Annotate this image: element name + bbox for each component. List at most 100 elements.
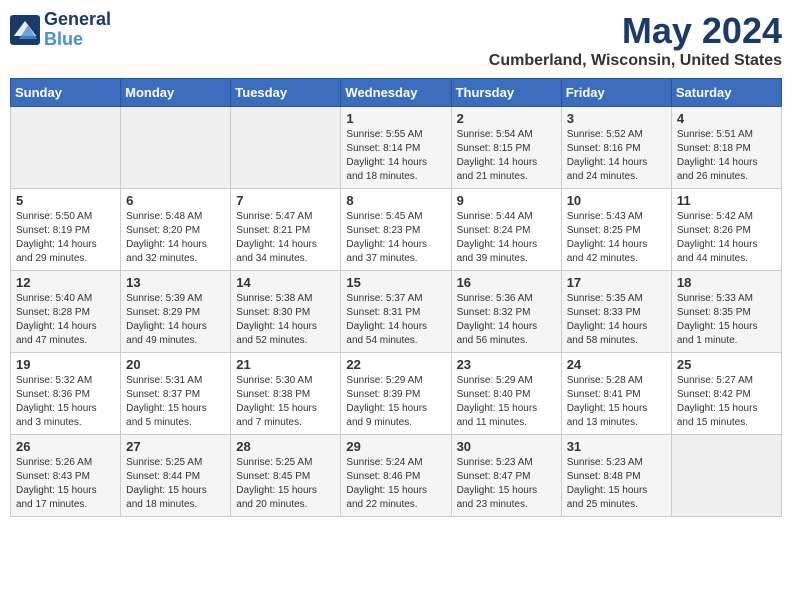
calendar-cell: 27 Sunrise: 5:25 AM Sunset: 8:44 PM Dayli… [121, 435, 231, 517]
day-number: 29 [346, 439, 445, 454]
day-number: 13 [126, 275, 225, 290]
day-info: Sunrise: 5:45 AM Sunset: 8:23 PM Dayligh… [346, 210, 445, 266]
calendar-cell: 3Sunrise: 5:52 AM Sunset: 8:16 PM Daylig… [561, 107, 671, 189]
day-info: Sunrise: 5:29 AM Sunset: 8:40 PM Dayligh… [457, 374, 556, 430]
day-info: Sunrise: 5:40 AM Sunset: 8:28 PM Dayligh… [16, 292, 115, 348]
calendar-cell: 30 Sunrise: 5:23 AM Sunset: 8:47 PM Dayli… [451, 435, 561, 517]
day-number: 23 [457, 357, 556, 372]
day-number: 2 [457, 111, 556, 126]
day-info: Sunrise: 5:27 AM Sunset: 8:42 PM Dayligh… [677, 374, 776, 430]
day-info: Sunrise: 5:48 AM Sunset: 8:20 PM Dayligh… [126, 210, 225, 266]
day-info: Sunrise: 5:42 AM Sunset: 8:26 PM Dayligh… [677, 210, 776, 266]
day-number: 12 [16, 275, 115, 290]
day-number: 24 [567, 357, 666, 372]
day-number: 22 [346, 357, 445, 372]
day-info: Sunrise: 5:36 AM Sunset: 8:32 PM Dayligh… [457, 292, 556, 348]
day-info: Sunrise: 5:37 AM Sunset: 8:31 PM Dayligh… [346, 292, 445, 348]
day-number: 1 [346, 111, 445, 126]
calendar-cell: 12 Sunrise: 5:40 AM Sunset: 8:28 PM Dayli… [11, 271, 121, 353]
logo-text: General Blue [44, 10, 111, 50]
calendar-cell: 20Sunrise: 5:31 AM Sunset: 8:37 PM Dayli… [121, 353, 231, 435]
page-header: General Blue May 2024 Cumberland, Wiscon… [10, 10, 782, 70]
day-number: 25 [677, 357, 776, 372]
day-info: Sunrise: 5:44 AM Sunset: 8:24 PM Dayligh… [457, 210, 556, 266]
calendar-cell: 10Sunrise: 5:43 AM Sunset: 8:25 PM Dayli… [561, 189, 671, 271]
day-number: 27 [126, 439, 225, 454]
day-info: Sunrise: 5:25 AM Sunset: 8:44 PM Dayligh… [126, 456, 225, 512]
day-number: 11 [677, 193, 776, 208]
weekday-header-tuesday: Tuesday [231, 79, 341, 107]
day-number: 30 [457, 439, 556, 454]
week-row-5: 26 Sunrise: 5:26 AM Sunset: 8:43 PM Dayli… [11, 435, 782, 517]
weekday-header-friday: Friday [561, 79, 671, 107]
weekday-header-wednesday: Wednesday [341, 79, 451, 107]
calendar-cell: 28 Sunrise: 5:25 AM Sunset: 8:45 PM Dayli… [231, 435, 341, 517]
title-block: May 2024 Cumberland, Wisconsin, United S… [489, 10, 782, 70]
day-number: 3 [567, 111, 666, 126]
day-info: Sunrise: 5:30 AM Sunset: 8:38 PM Dayligh… [236, 374, 335, 430]
day-number: 21 [236, 357, 335, 372]
day-info: Sunrise: 5:54 AM Sunset: 8:15 PM Dayligh… [457, 128, 556, 184]
week-row-1: 1Sunrise: 5:55 AM Sunset: 8:14 PM Daylig… [11, 107, 782, 189]
logo: General Blue [10, 10, 111, 50]
calendar-cell [121, 107, 231, 189]
day-info: Sunrise: 5:23 AM Sunset: 8:47 PM Dayligh… [457, 456, 556, 512]
day-number: 16 [457, 275, 556, 290]
day-number: 5 [16, 193, 115, 208]
day-number: 28 [236, 439, 335, 454]
calendar-cell: 22 Sunrise: 5:29 AM Sunset: 8:39 PM Dayli… [341, 353, 451, 435]
calendar-header: SundayMondayTuesdayWednesdayThursdayFrid… [11, 79, 782, 107]
day-info: Sunrise: 5:31 AM Sunset: 8:37 PM Dayligh… [126, 374, 225, 430]
week-row-2: 5Sunrise: 5:50 AM Sunset: 8:19 PM Daylig… [11, 189, 782, 271]
day-info: Sunrise: 5:24 AM Sunset: 8:46 PM Dayligh… [346, 456, 445, 512]
day-number: 31 [567, 439, 666, 454]
weekday-header-thursday: Thursday [451, 79, 561, 107]
calendar-cell: 5Sunrise: 5:50 AM Sunset: 8:19 PM Daylig… [11, 189, 121, 271]
calendar-cell: 17Sunrise: 5:35 AM Sunset: 8:33 PM Dayli… [561, 271, 671, 353]
calendar-cell: 4 Sunrise: 5:51 AM Sunset: 8:18 PM Daylig… [671, 107, 781, 189]
calendar-cell: 14 Sunrise: 5:38 AM Sunset: 8:30 PM Dayli… [231, 271, 341, 353]
day-info: Sunrise: 5:51 AM Sunset: 8:18 PM Dayligh… [677, 128, 776, 184]
day-number: 19 [16, 357, 115, 372]
calendar-cell: 6Sunrise: 5:48 AM Sunset: 8:20 PM Daylig… [121, 189, 231, 271]
day-number: 14 [236, 275, 335, 290]
logo-icon [10, 15, 40, 45]
day-info: Sunrise: 5:29 AM Sunset: 8:39 PM Dayligh… [346, 374, 445, 430]
calendar-cell [671, 435, 781, 517]
week-row-4: 19Sunrise: 5:32 AM Sunset: 8:36 PM Dayli… [11, 353, 782, 435]
calendar-cell: 18 Sunrise: 5:33 AM Sunset: 8:35 PM Dayli… [671, 271, 781, 353]
day-number: 9 [457, 193, 556, 208]
day-info: Sunrise: 5:33 AM Sunset: 8:35 PM Dayligh… [677, 292, 776, 348]
day-info: Sunrise: 5:26 AM Sunset: 8:43 PM Dayligh… [16, 456, 115, 512]
calendar-cell: 25 Sunrise: 5:27 AM Sunset: 8:42 PM Dayli… [671, 353, 781, 435]
day-number: 26 [16, 439, 115, 454]
day-number: 18 [677, 275, 776, 290]
day-info: Sunrise: 5:47 AM Sunset: 8:21 PM Dayligh… [236, 210, 335, 266]
weekday-row: SundayMondayTuesdayWednesdayThursdayFrid… [11, 79, 782, 107]
day-number: 8 [346, 193, 445, 208]
day-info: Sunrise: 5:39 AM Sunset: 8:29 PM Dayligh… [126, 292, 225, 348]
weekday-header-monday: Monday [121, 79, 231, 107]
day-number: 7 [236, 193, 335, 208]
day-number: 15 [346, 275, 445, 290]
weekday-header-sunday: Sunday [11, 79, 121, 107]
calendar-cell: 26 Sunrise: 5:26 AM Sunset: 8:43 PM Dayli… [11, 435, 121, 517]
day-info: Sunrise: 5:38 AM Sunset: 8:30 PM Dayligh… [236, 292, 335, 348]
calendar-cell [231, 107, 341, 189]
calendar-cell: 2 Sunrise: 5:54 AM Sunset: 8:15 PM Daylig… [451, 107, 561, 189]
calendar-body: 1Sunrise: 5:55 AM Sunset: 8:14 PM Daylig… [11, 107, 782, 517]
calendar-cell: 23 Sunrise: 5:29 AM Sunset: 8:40 PM Dayli… [451, 353, 561, 435]
day-number: 4 [677, 111, 776, 126]
calendar-cell: 24Sunrise: 5:28 AM Sunset: 8:41 PM Dayli… [561, 353, 671, 435]
calendar-cell: 16 Sunrise: 5:36 AM Sunset: 8:32 PM Dayli… [451, 271, 561, 353]
calendar-cell: 9 Sunrise: 5:44 AM Sunset: 8:24 PM Daylig… [451, 189, 561, 271]
calendar-cell: 15 Sunrise: 5:37 AM Sunset: 8:31 PM Dayli… [341, 271, 451, 353]
week-row-3: 12 Sunrise: 5:40 AM Sunset: 8:28 PM Dayli… [11, 271, 782, 353]
day-number: 17 [567, 275, 666, 290]
day-info: Sunrise: 5:25 AM Sunset: 8:45 PM Dayligh… [236, 456, 335, 512]
day-number: 10 [567, 193, 666, 208]
calendar-cell: 13 Sunrise: 5:39 AM Sunset: 8:29 PM Dayli… [121, 271, 231, 353]
calendar-cell: 21 Sunrise: 5:30 AM Sunset: 8:38 PM Dayli… [231, 353, 341, 435]
calendar-cell: 8 Sunrise: 5:45 AM Sunset: 8:23 PM Daylig… [341, 189, 451, 271]
calendar-cell: 31Sunrise: 5:23 AM Sunset: 8:48 PM Dayli… [561, 435, 671, 517]
